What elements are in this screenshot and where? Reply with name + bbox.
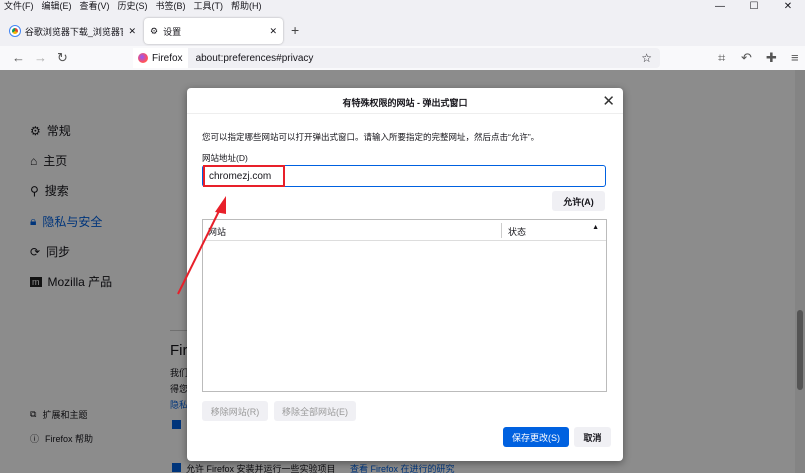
- annotation-arrow: [177, 196, 226, 295]
